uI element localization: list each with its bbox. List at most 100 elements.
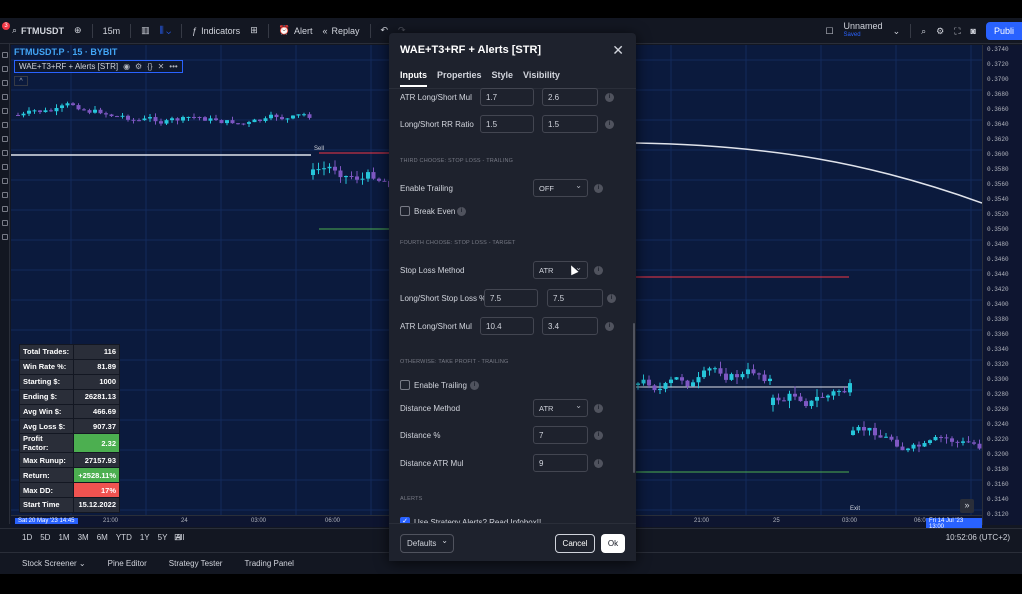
atr-short-mul-input-2[interactable]: 3.4 <box>542 317 598 335</box>
compare-plus-icon[interactable]: ⊕ <box>74 25 82 36</box>
fullscreen-icon[interactable]: ⛶ <box>954 26 960 37</box>
distance-pct-input[interactable]: 7 <box>533 426 588 444</box>
price-tick: 0.3160 <box>987 481 1009 488</box>
enable-trailing-tp-checkbox[interactable] <box>400 380 410 390</box>
tab-visibility[interactable]: Visibility <box>523 70 560 87</box>
eye-icon[interactable]: ◉ <box>123 62 130 71</box>
distance-method-select[interactable]: ATR <box>533 399 588 417</box>
tab-inputs[interactable]: Inputs <box>400 70 427 87</box>
shapes-tool-icon[interactable] <box>2 150 8 156</box>
scroll-to-realtime-button[interactable]: » <box>960 499 974 513</box>
symbol-search-button[interactable]: ⌕ FTMUSDT <box>12 25 64 36</box>
info-icon[interactable]: i <box>594 431 603 440</box>
clock-timezone[interactable]: 10:52:06 (UTC+2) <box>946 533 1010 542</box>
tab-stock-screener[interactable]: Stock Screener ⌄ <box>22 559 86 568</box>
undo-icon[interactable]: ↶ <box>381 25 389 36</box>
short-rr-input[interactable]: 1.5 <box>542 115 598 133</box>
date-range-icon[interactable]: ⊟ <box>174 532 182 543</box>
more-icon[interactable]: ••• <box>169 62 177 71</box>
close-icon[interactable]: ✕ <box>612 42 624 59</box>
prediction-tool-icon[interactable] <box>2 136 8 142</box>
trash-tool-icon[interactable] <box>2 234 8 240</box>
text-tool-icon[interactable] <box>2 108 8 114</box>
legend-indicator-row[interactable]: WAE+T3+RF + Alerts [STR] ◉ ⚙ {} ✕ ••• <box>14 60 183 73</box>
layout-name-button[interactable]: Unnamed Saved <box>844 22 883 40</box>
atr-long-mul-input-2[interactable]: 10.4 <box>480 317 534 335</box>
zoom-tool-icon[interactable] <box>2 178 8 184</box>
cancel-button[interactable]: Cancel <box>555 534 595 553</box>
fib-tool-icon[interactable] <box>2 80 8 86</box>
dialog-scrollbar[interactable] <box>633 323 635 473</box>
toolbar-divider <box>130 23 132 38</box>
ruler-tool-icon[interactable] <box>2 164 8 170</box>
timeframe-button[interactable]: 1M <box>58 533 69 542</box>
price-axis[interactable]: 0.3740 0.3720 0.3700 0.3680 0.3660 0.3640 0.36… <box>982 45 1022 525</box>
distance-atr-input[interactable]: 9 <box>533 454 588 472</box>
candles-icon[interactable]: ▥ <box>141 25 150 36</box>
section-header-alerts: ALERTS <box>400 496 423 502</box>
stop-loss-method-select[interactable]: ATR <box>533 261 588 279</box>
camera-icon[interactable]: ◙ <box>971 26 976 36</box>
lock-tool-icon[interactable] <box>2 206 8 212</box>
info-icon[interactable]: i <box>605 120 614 129</box>
chevron-down-icon[interactable]: ⌄ <box>893 26 901 37</box>
atr-short-mul-input[interactable]: 2.6 <box>542 88 598 106</box>
info-icon[interactable]: i <box>457 207 466 216</box>
timeframe-button[interactable]: YTD <box>116 533 132 542</box>
interval-button[interactable]: 15m <box>103 26 121 36</box>
info-icon[interactable]: i <box>594 266 603 275</box>
remove-icon[interactable]: ✕ <box>158 62 165 71</box>
settings-icon[interactable]: ⚙ <box>135 62 142 71</box>
indicator-settings-dialog: WAE+T3+RF + Alerts [STR] ✕ Inputs Proper… <box>389 33 636 561</box>
quick-search-icon[interactable]: ⌕ <box>921 26 926 37</box>
trendline-tool-icon[interactable] <box>2 66 8 72</box>
timeframe-button[interactable]: 3M <box>78 533 89 542</box>
break-even-checkbox[interactable] <box>400 206 410 216</box>
timeframe-button[interactable]: 6M <box>97 533 108 542</box>
publish-button[interactable]: Publi <box>985 22 1022 40</box>
short-stop-loss-input[interactable]: 7.5 <box>547 289 603 307</box>
long-rr-input[interactable]: 1.5 <box>480 115 534 133</box>
timeframe-button[interactable]: 5D <box>40 533 50 542</box>
tab-style[interactable]: Style <box>492 70 514 87</box>
info-icon[interactable]: i <box>594 459 603 468</box>
gear-icon[interactable]: ⚙ <box>936 26 944 37</box>
enable-trailing-select[interactable]: OFF <box>533 179 588 197</box>
eye-tool-icon[interactable] <box>2 220 8 226</box>
defaults-button[interactable]: Defaults <box>400 534 454 553</box>
notification-badge[interactable]: 3 <box>2 22 10 30</box>
price-tick: 0.3180 <box>987 466 1009 473</box>
atr-long-mul-input[interactable]: 1.7 <box>480 88 534 106</box>
source-code-icon[interactable]: {} <box>147 62 152 71</box>
long-stop-loss-input[interactable]: 7.5 <box>484 289 538 307</box>
layout-checkbox-icon[interactable]: ☐ <box>825 26 833 37</box>
candle-body <box>663 383 668 389</box>
candle-body <box>851 430 855 435</box>
brush-tool-icon[interactable] <box>2 94 8 100</box>
crosshair-tool-icon[interactable] <box>2 52 8 58</box>
info-icon[interactable]: i <box>607 294 616 303</box>
ok-button[interactable]: Ok <box>601 534 625 553</box>
timeframe-button[interactable]: 1D <box>22 533 32 542</box>
info-icon[interactable]: i <box>594 404 603 413</box>
timeframe-button[interactable]: 5Y <box>158 533 168 542</box>
alert-button[interactable]: ⏰ Alert <box>279 25 313 36</box>
timeframe-button[interactable]: 1Y <box>140 533 150 542</box>
info-icon[interactable]: i <box>470 381 479 390</box>
tab-strategy-tester[interactable]: Strategy Tester <box>169 559 223 568</box>
symbol-label: FTMUSDT <box>21 25 65 36</box>
tab-properties[interactable]: Properties <box>437 70 482 87</box>
magnet-tool-icon[interactable] <box>2 192 8 198</box>
info-icon[interactable]: i <box>605 322 614 331</box>
indicators-button[interactable]: ƒ Indicators <box>192 26 240 36</box>
collapse-legend-button[interactable]: ^ <box>14 76 28 86</box>
info-icon[interactable]: i <box>605 93 614 102</box>
templates-grid-icon[interactable]: ⊞ <box>250 25 258 36</box>
chart-style-icon[interactable]: ⫼ ⌄ <box>160 25 172 36</box>
replay-button[interactable]: « Replay <box>322 26 359 36</box>
pattern-tool-icon[interactable] <box>2 122 8 128</box>
tab-pine-editor[interactable]: Pine Editor <box>108 559 147 568</box>
info-icon[interactable]: i <box>594 184 603 193</box>
price-tick: 0.3140 <box>987 496 1009 503</box>
tab-trading-panel[interactable]: Trading Panel <box>244 559 294 568</box>
